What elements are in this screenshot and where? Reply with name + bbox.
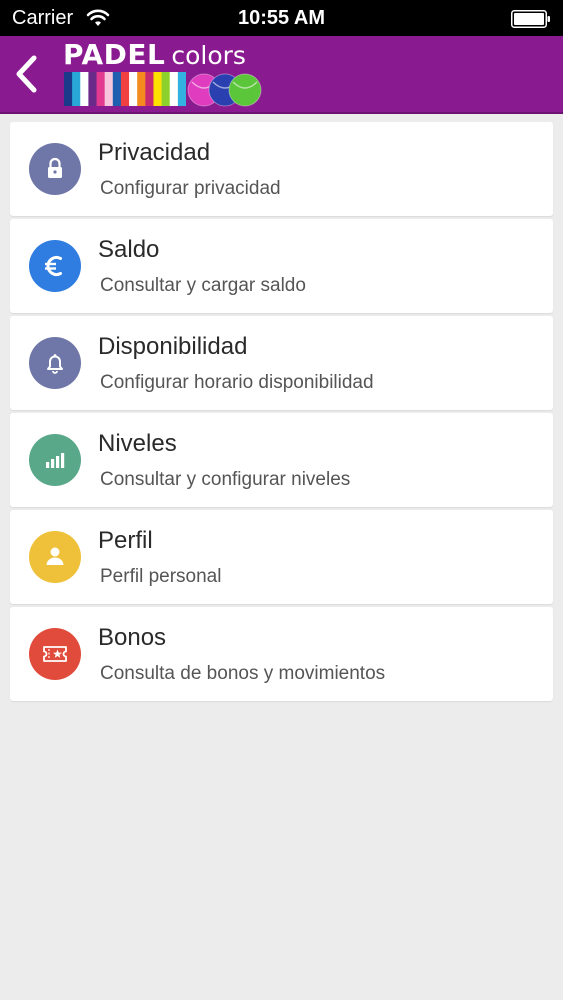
- euro-icon: [29, 240, 81, 292]
- battery-icon: [511, 10, 550, 28]
- menu-item-subtitle: Configurar privacidad: [100, 178, 281, 199]
- color-stripes-graphic: [64, 72, 186, 106]
- logo-word-colors: colors: [171, 41, 246, 70]
- menu-item-saldo[interactable]: Saldo Consultar y cargar saldo: [10, 219, 553, 313]
- settings-menu: Privacidad Configurar privacidad Saldo Cons…: [10, 122, 553, 704]
- back-button[interactable]: [6, 46, 50, 102]
- bell-icon: [29, 337, 81, 389]
- menu-item-disponibilidad[interactable]: Disponibilidad Configurar horario disponi…: [10, 316, 553, 410]
- menu-item-perfil[interactable]: Perfil Perfil personal: [10, 510, 553, 604]
- padel-balls-graphic: [187, 73, 262, 107]
- menu-item-subtitle: Perfil personal: [100, 566, 222, 587]
- logo-word-padel: PADEL: [63, 38, 166, 71]
- nav-bar: PADEL colors: [0, 36, 563, 114]
- lock-icon: [29, 143, 81, 195]
- chevron-left-icon: [16, 55, 37, 93]
- menu-item-title: Saldo: [98, 236, 160, 263]
- menu-item-title: Niveles: [98, 430, 177, 457]
- menu-item-subtitle: Configurar horario disponibilidad: [100, 372, 374, 393]
- bars-icon: [29, 434, 81, 486]
- padel-colors-logo: PADEL colors: [63, 40, 263, 108]
- menu-item-bonos[interactable]: Bonos Consulta de bonos y movimientos: [10, 607, 553, 701]
- status-bar: Carrier 10:55 AM: [0, 0, 563, 36]
- menu-item-title: Perfil: [98, 527, 153, 554]
- ticket-icon: [29, 628, 81, 680]
- menu-item-niveles[interactable]: Niveles Consultar y configurar niveles: [10, 413, 553, 507]
- menu-item-title: Disponibilidad: [98, 333, 248, 360]
- menu-item-title: Privacidad: [98, 139, 211, 166]
- logo-title: PADEL colors: [63, 40, 246, 75]
- menu-item-privacidad[interactable]: Privacidad Configurar privacidad: [10, 122, 553, 216]
- person-icon: [29, 531, 81, 583]
- menu-item-subtitle: Consulta de bonos y movimientos: [100, 663, 386, 684]
- menu-item-title: Bonos: [98, 624, 167, 651]
- menu-item-subtitle: Consultar y configurar niveles: [100, 469, 351, 490]
- clock: 10:55 AM: [237, 7, 326, 29]
- menu-item-subtitle: Consultar y cargar saldo: [100, 275, 306, 296]
